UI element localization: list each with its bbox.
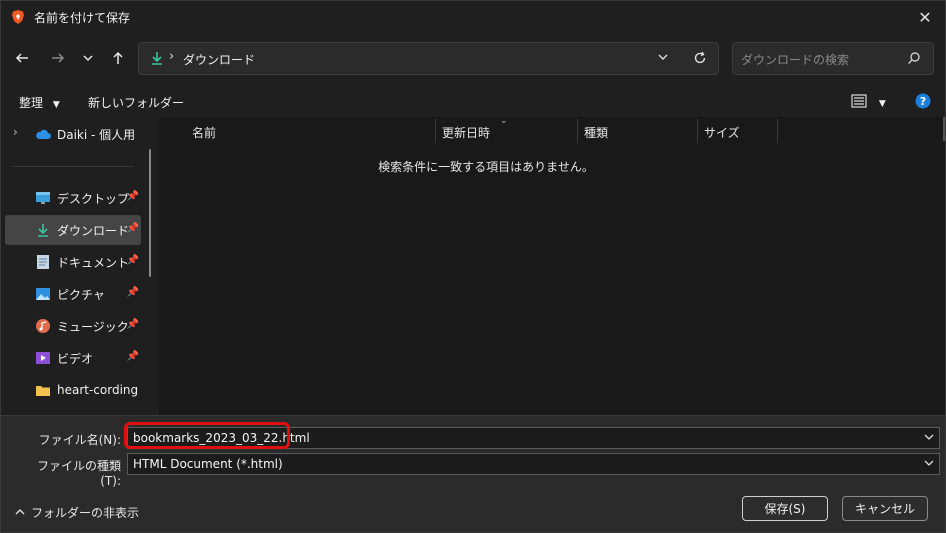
brave-browser-icon <box>10 9 26 25</box>
sort-chevron-icon: ⌄ <box>500 116 508 126</box>
sidebar-item-label: デスクトップ <box>57 191 130 206</box>
sidebar-item-label: ピクチャ <box>57 287 105 302</box>
address-bar[interactable]: › ダウンロード <box>138 42 719 75</box>
pin-icon[interactable]: 📌 <box>127 223 139 234</box>
command-bar: 整理 ▼ 新しいフォルダー ▼ ? <box>1 85 945 117</box>
refresh-icon[interactable] <box>691 49 709 70</box>
arrow-left-icon[interactable] <box>11 47 33 69</box>
title-bar: 名前を付けて保存 ✕ <box>1 1 945 33</box>
sidebar-item-videos[interactable]: ビデオ 📌 <box>5 343 141 373</box>
sidebar-item-documents[interactable]: ドキュメント 📌 <box>5 247 141 277</box>
sidebar-item-label: ビデオ <box>57 351 94 366</box>
search-box[interactable]: ダウンロードの検索 <box>732 42 934 75</box>
filename-highlight-annotation <box>124 422 290 449</box>
folder-icon <box>35 382 51 398</box>
arrow-right-icon[interactable] <box>47 47 69 69</box>
pin-icon[interactable]: 📌 <box>127 255 139 266</box>
hide-folders-toggle[interactable]: フォルダーの非表示 <box>15 504 139 521</box>
breadcrumb-current[interactable]: ダウンロード <box>183 51 255 68</box>
filetype-select[interactable]: HTML Document (*.html) <box>127 453 940 475</box>
column-header-modified[interactable]: 更新日時 ⌄ <box>436 116 578 143</box>
view-options-button[interactable]: ▼ <box>851 93 886 112</box>
sidebar-item-pictures[interactable]: ピクチャ 📌 <box>5 279 141 309</box>
hide-folders-label: フォルダーの非表示 <box>31 506 140 520</box>
save-as-dialog: 名前を付けて保存 ✕ › ダウンロード ダウンロードの検索 整理 ▼ 新しいフォ… <box>0 0 946 533</box>
dialog-title: 名前を付けて保存 <box>34 10 131 25</box>
empty-results-message: 検索条件に一致する項目はありません。 <box>378 160 594 174</box>
column-header-name[interactable]: 名前 <box>186 119 436 143</box>
sidebar-item-downloads[interactable]: ダウンロード 📌 <box>5 215 141 245</box>
breadcrumb-separator-icon[interactable]: › <box>169 49 174 64</box>
close-icon[interactable]: ✕ <box>913 5 937 29</box>
filetype-label: ファイルの種類(T): <box>36 459 121 488</box>
chevron-down-icon[interactable] <box>77 47 99 69</box>
new-folder-button[interactable]: 新しいフォルダー <box>88 94 184 111</box>
sidebar-item-desktop[interactable]: デスクトップ 📌 <box>5 183 141 213</box>
column-header-label: 更新日時 <box>442 126 491 140</box>
video-icon <box>35 350 51 366</box>
sidebar-item-music[interactable]: ミュージック 📌 <box>5 311 141 341</box>
arrow-up-icon[interactable] <box>107 47 129 69</box>
view-caret-icon: ▼ <box>878 99 886 109</box>
sidebar-item-label: heart-cording <box>57 383 139 397</box>
column-header-type[interactable]: 種類 <box>578 119 698 143</box>
filename-label: ファイル名(N): <box>38 433 121 447</box>
sidebar-item-heart-cording[interactable]: heart-cording <box>5 375 141 405</box>
download-icon <box>35 222 51 238</box>
chevron-up-icon <box>15 506 25 520</box>
pin-icon[interactable]: 📌 <box>127 351 139 362</box>
pictures-icon <box>35 286 51 302</box>
desktop-icon <box>35 190 51 206</box>
pin-icon[interactable]: 📌 <box>127 319 139 330</box>
address-dropdown-icon[interactable] <box>657 51 669 66</box>
navigation-bar: › ダウンロード ダウンロードの検索 <box>1 33 945 85</box>
save-button[interactable]: 保存(S) <box>742 496 828 521</box>
search-input[interactable]: ダウンロードの検索 <box>741 51 849 68</box>
list-view-icon <box>851 94 867 108</box>
filelist-scrollbar[interactable] <box>943 117 945 141</box>
download-icon <box>149 50 165 69</box>
filetype-selected-value[interactable]: HTML Document (*.html) <box>133 457 283 471</box>
sidebar-item-label: ドキュメント <box>57 255 130 270</box>
svg-text:?: ? <box>920 95 926 108</box>
sidebar-item-label: ミュージック <box>57 319 129 334</box>
sidebar-item-label: ダウンロード <box>57 223 130 238</box>
caret-down-icon: ▼ <box>52 100 60 110</box>
organize-label: 整理 <box>19 96 44 110</box>
pin-icon[interactable]: 📌 <box>127 191 139 202</box>
help-icon[interactable]: ? <box>915 93 931 112</box>
sidebar-item-label: Daiki - 個人用 <box>57 127 136 142</box>
navigation-pane: › Daiki - 個人用 デスクトップ 📌 ダウンロード 📌 ドキュメント 📌… <box>1 117 159 415</box>
expand-chevron-icon[interactable]: › <box>13 125 18 139</box>
file-list: 名前 更新日時 ⌄ 種類 サイズ 検索条件に一致する項目はありません。 <box>161 116 945 415</box>
document-icon <box>35 254 51 270</box>
organize-menu-button[interactable]: 整理 ▼ <box>19 94 60 111</box>
onedrive-cloud-icon <box>35 126 51 142</box>
pin-icon[interactable]: 📌 <box>127 287 139 298</box>
search-icon[interactable] <box>907 51 921 68</box>
sidebar-divider <box>13 166 133 167</box>
column-header-size[interactable]: サイズ <box>698 119 778 143</box>
sidebar-scrollbar[interactable] <box>149 149 151 277</box>
filename-dropdown-icon[interactable] <box>923 431 935 446</box>
sidebar-item-onedrive[interactable]: › Daiki - 個人用 <box>5 119 141 149</box>
cancel-button[interactable]: キャンセル <box>842 496 928 521</box>
music-icon <box>35 318 51 334</box>
filetype-dropdown-icon[interactable] <box>923 457 935 472</box>
